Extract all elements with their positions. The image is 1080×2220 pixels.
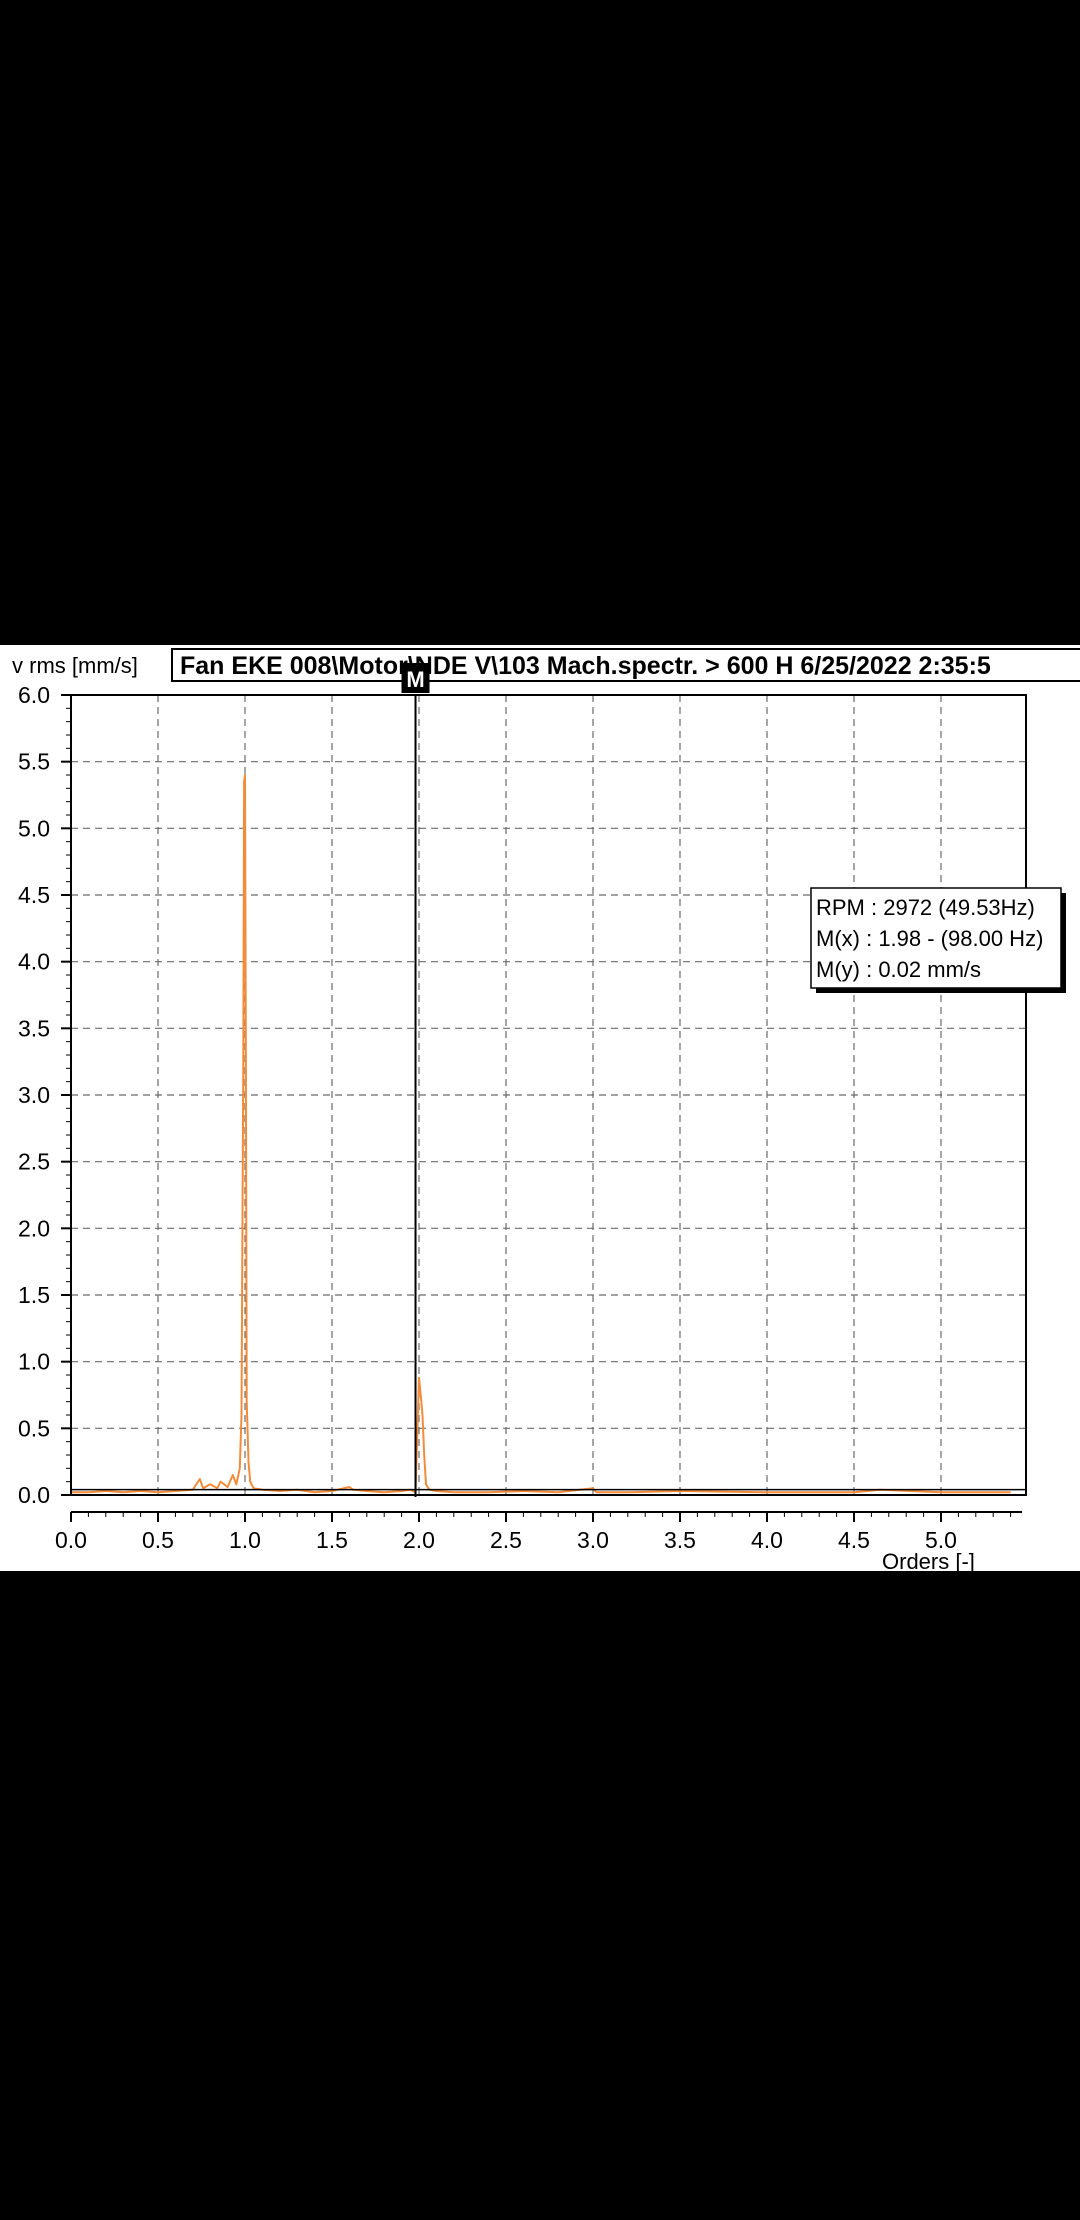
y-tick-label: 6.0 — [18, 682, 50, 708]
y-tick-label: 2.0 — [18, 1215, 50, 1241]
chart-panel: 0.0 0.5 1.0 1.5 2.0 2.5 3.0 3.5 4.0 4.5 5.0 0.0 0.5 1… — [0, 645, 1080, 1574]
screen: 0.0 0.5 1.0 1.5 2.0 2.5 3.0 3.5 4.0 4.5 5.0 0.0 0.5 1… — [0, 0, 1080, 2220]
x-tick-label: 0.5 — [142, 1527, 174, 1553]
chart-title: Fan EKE 008\Motor\NDE V\103 Mach.spectr.… — [180, 652, 991, 680]
series-line — [71, 774, 1011, 1494]
x-tick-label: 3.0 — [577, 1527, 609, 1553]
x-tick-label: 3.5 — [664, 1527, 696, 1553]
ticks: 0.0 0.5 1.0 1.5 2.0 2.5 3.0 3.5 4.0 4.5 5.0 0.0 0.5 1… — [18, 682, 1012, 1553]
x-tick-label: 2.5 — [490, 1527, 522, 1553]
y-tick-label: 0.5 — [18, 1415, 50, 1441]
grid — [71, 695, 1026, 1495]
y-tick-label: 2.5 — [18, 1149, 50, 1175]
y-tick-label: 1.0 — [18, 1349, 50, 1375]
y-tick-label: 1.5 — [18, 1282, 50, 1308]
axes — [70, 694, 1027, 1513]
y-tick-label: 0.0 — [18, 1482, 50, 1508]
y-tick-label: 5.0 — [18, 815, 50, 841]
info-marker-x: M(x) : 1.98 - (98.00 Hz) — [816, 926, 1043, 951]
spectrum-chart: 0.0 0.5 1.0 1.5 2.0 2.5 3.0 3.5 4.0 4.5 5.0 0.0 0.5 1… — [12, 648, 1080, 1574]
plot-frame — [70, 694, 1027, 1496]
y-tick-label: 3.0 — [18, 1082, 50, 1108]
x-tick-label: 1.0 — [229, 1527, 261, 1553]
x-tick-label: 4.0 — [751, 1527, 783, 1553]
x-tick-label: 4.5 — [838, 1527, 870, 1553]
x-tick-label: 2.0 — [403, 1527, 435, 1553]
info-marker-y: M(y) : 0.02 mm/s — [816, 957, 981, 982]
marker-label: M — [406, 667, 424, 692]
info-rpm: RPM : 2972 (49.53Hz) — [816, 895, 1035, 920]
x-tick-label: 0.0 — [55, 1527, 87, 1553]
y-tick-label: 4.5 — [18, 882, 50, 908]
series-layer — [71, 774, 1026, 1494]
y-tick-label: 4.0 — [18, 949, 50, 975]
y-axis-label: v rms [mm/s] — [12, 653, 138, 678]
y-tick-label: 5.5 — [18, 749, 50, 775]
x-tick-label: 1.5 — [316, 1527, 348, 1553]
x-axis-label: Orders [-] — [882, 1549, 975, 1571]
y-tick-label: 3.5 — [18, 1015, 50, 1041]
